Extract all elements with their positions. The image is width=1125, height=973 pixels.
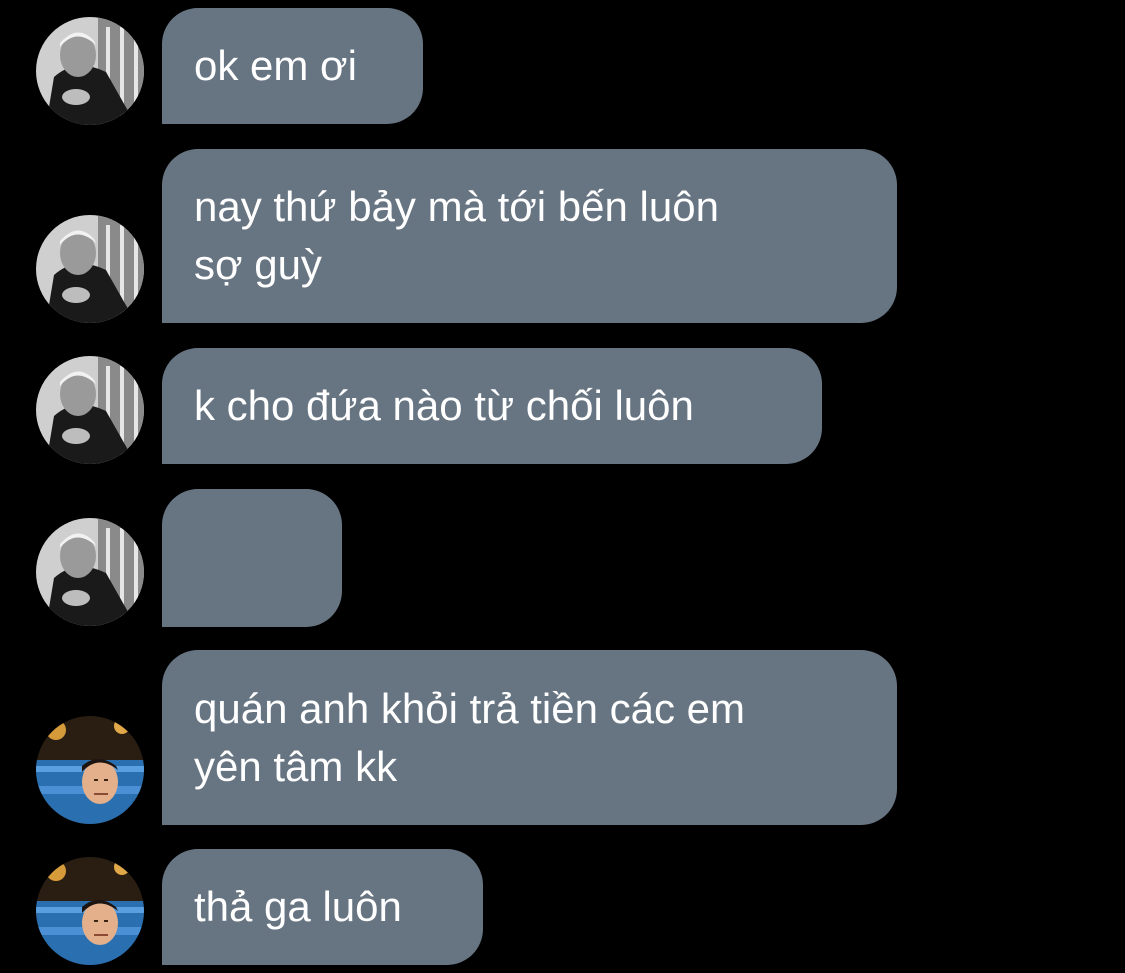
message-text: quán anh khỏi trả tiền các em yên tâm kk [194,684,746,790]
grinning-face-with-sweat-icon [194,536,238,694]
message-bubble[interactable]: k cho đứa nào từ chối luôn [162,348,822,464]
avatar-user-b[interactable] [36,857,144,965]
message-text: thả ga luôn [194,883,402,930]
message-bubble[interactable]: thả ga luôn [162,849,483,965]
message-text: ok em ơi [194,42,357,89]
avatar-image-bw [36,518,144,626]
message-text: k cho đứa nào từ chối luôn [194,382,694,429]
message-text: nay thứ bảy mà tới bến luôn sợ guỳ [194,183,719,288]
avatar-image-pool [36,857,144,965]
message-bubble-emoji[interactable] [162,489,342,694]
avatar-user-a[interactable] [36,518,144,626]
message-bubble[interactable]: ok em ơi [162,8,423,124]
avatar-image-pool [36,716,144,824]
avatar-user-a[interactable] [36,356,144,464]
avatar-image-bw [36,215,144,323]
avatar-user-a[interactable] [36,215,144,323]
avatar-image-bw [36,356,144,464]
message-bubble[interactable]: nay thứ bảy mà tới bến luôn sợ guỳ [162,149,897,323]
avatar-user-b[interactable] [36,716,144,824]
message-bubble[interactable]: quán anh khỏi trả tiền các em yên tâm kk [162,650,897,825]
avatar-user-a[interactable] [36,17,144,125]
avatar-image-bw [36,17,144,125]
grinning-face-with-sweat-icon [252,536,296,694]
